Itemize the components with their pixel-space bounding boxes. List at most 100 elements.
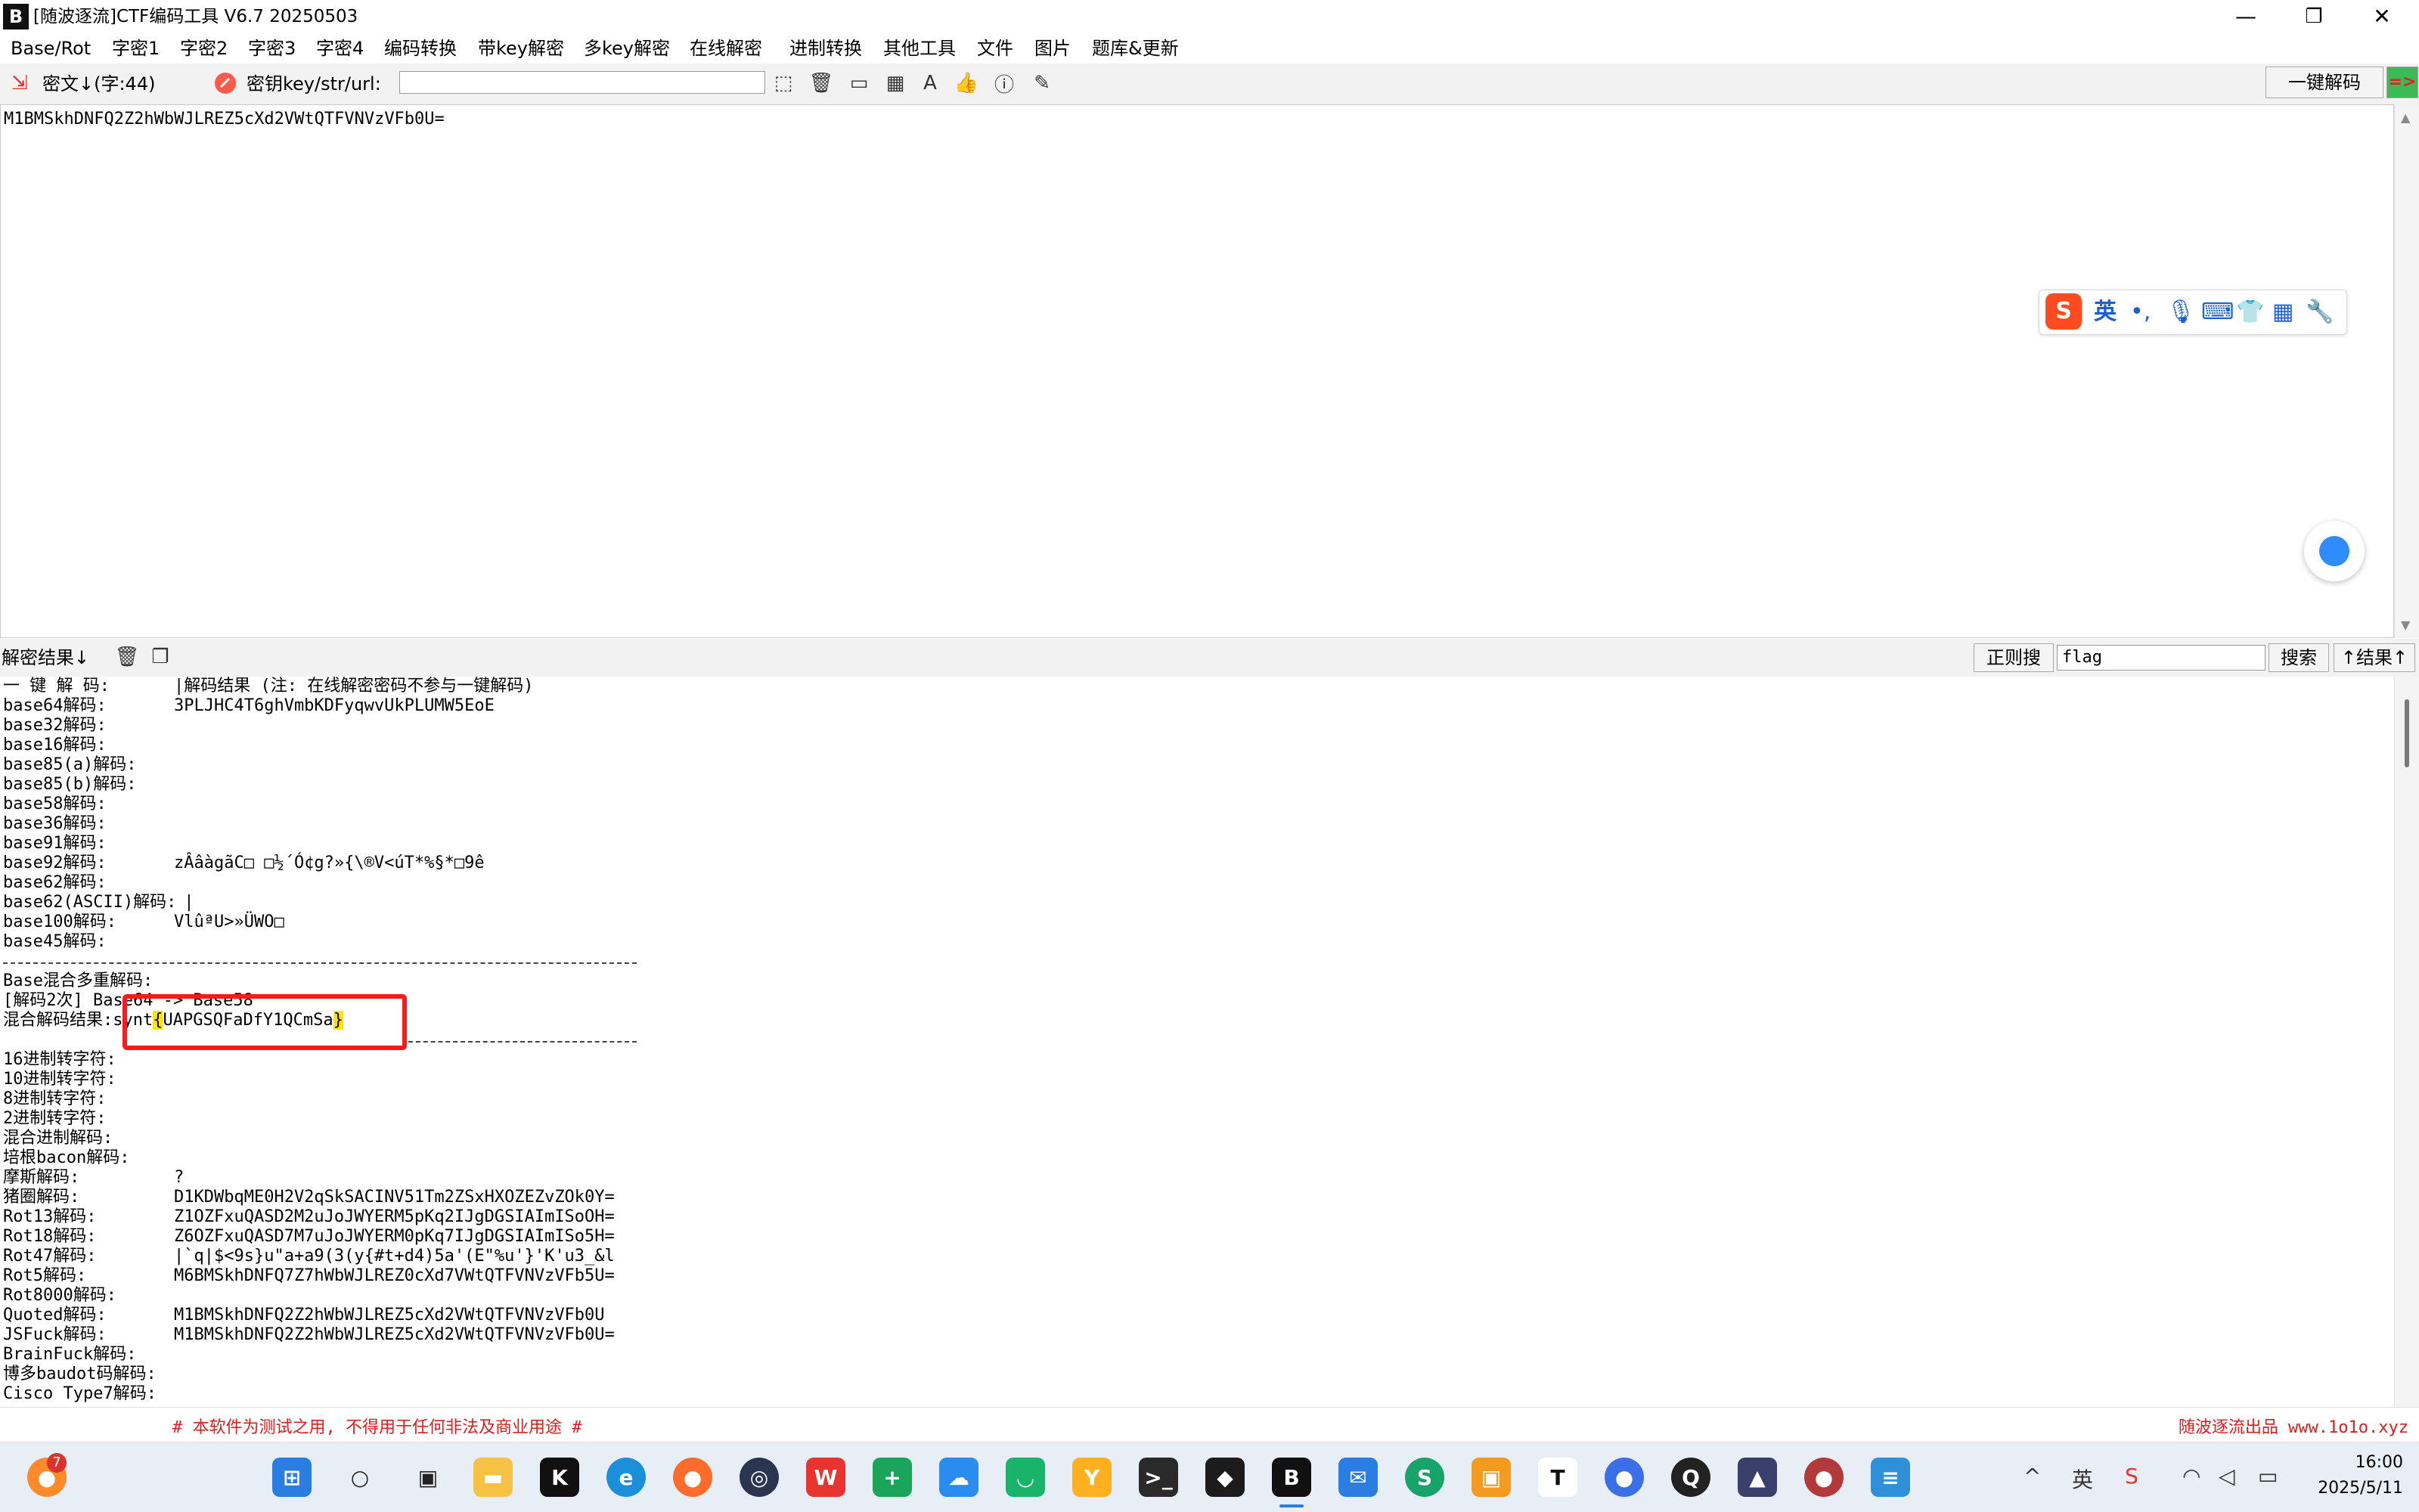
menu-base-rot[interactable]: Base/Rot bbox=[11, 36, 91, 60]
menu-zimi1[interactable]: 字密1 bbox=[112, 36, 160, 60]
trash-icon[interactable]: 🗑 bbox=[809, 71, 834, 95]
file-explorer-icon[interactable]: ▬ bbox=[473, 1458, 513, 1497]
result-scroll-thumb[interactable] bbox=[2405, 699, 2409, 767]
battery-icon[interactable]: ▭ bbox=[2258, 1464, 2278, 1489]
menu-zimi4[interactable]: 字密4 bbox=[316, 36, 364, 60]
green-app-icon[interactable]: S bbox=[1405, 1458, 1444, 1497]
cipher-textarea[interactable]: M1BMSkhDNFQ2Z2hWbWJLREZ5cXd2VWtQTFVNVzVF… bbox=[0, 104, 2394, 638]
sheets-icon[interactable]: + bbox=[873, 1458, 912, 1497]
chat-app-icon[interactable]: ● bbox=[1605, 1458, 1644, 1497]
cursor-select-icon[interactable]: ⬚ bbox=[771, 71, 795, 95]
ime-toolbar: S 英 •, 🎙 ⌨ 👕 ▦ 🔧 bbox=[2039, 290, 2347, 335]
keyboard-icon[interactable]: ⌨ bbox=[2201, 298, 2234, 327]
firefox-icon[interactable]: ● bbox=[673, 1458, 712, 1497]
tray-expand-icon[interactable]: ^ bbox=[2024, 1464, 2041, 1489]
search-input[interactable]: flag bbox=[2057, 645, 2265, 671]
ctf-tool-taskbar-icon[interactable]: B bbox=[1272, 1458, 1311, 1497]
minimize-button[interactable]: — bbox=[2212, 0, 2280, 33]
floating-assistant-button[interactable] bbox=[2304, 521, 2365, 581]
active-app-indicator bbox=[1279, 1504, 1304, 1507]
separator-line bbox=[3, 962, 637, 964]
maximize-button[interactable]: ❐ bbox=[2280, 0, 2348, 33]
highlight-box bbox=[123, 994, 407, 1050]
cloud-icon[interactable]: ☁ bbox=[939, 1458, 978, 1497]
scroll-down-icon[interactable]: ▼ bbox=[2401, 618, 2410, 632]
menu-other-tools[interactable]: 其他工具 bbox=[883, 36, 956, 60]
font-icon[interactable]: A bbox=[918, 71, 942, 95]
toolbox-icon[interactable]: 🔧 bbox=[2306, 298, 2334, 327]
typora-icon[interactable]: T bbox=[1538, 1458, 1577, 1497]
menu-encoding-convert[interactable]: 编码转换 bbox=[384, 36, 457, 60]
cipher-text[interactable]: M1BMSkhDNFQ2Z2hWbWJLREZ5cXd2VWtQTFVNVzVF… bbox=[4, 110, 445, 129]
result-row: Rot8000解码: bbox=[3, 1286, 174, 1306]
search-button[interactable]: 搜索 bbox=[2269, 643, 2329, 672]
microphone-icon[interactable]: 🎙 bbox=[2166, 298, 2195, 327]
qq-icon[interactable]: Q bbox=[1671, 1458, 1710, 1497]
ime-lang-toggle[interactable]: 英 bbox=[2094, 298, 2117, 327]
mixed-title: Base混合多重解码: bbox=[3, 971, 154, 990]
result-row-label: 博多baudot码解码: bbox=[3, 1365, 157, 1383]
start-icon[interactable]: ⊞ bbox=[272, 1458, 312, 1497]
run-arrow-button[interactable]: => bbox=[2386, 67, 2418, 98]
sogou-tray-icon[interactable]: S bbox=[2125, 1464, 2138, 1489]
result-textarea[interactable]: 一 键 解 码: |解码结果 (注: 在线解密密码不参与一键解码) base64解… bbox=[0, 677, 2394, 1407]
result-nav-button[interactable]: ↑结果↑ bbox=[2334, 643, 2415, 672]
clock-time[interactable]: 16:00 bbox=[2305, 1453, 2403, 1472]
menu-file[interactable]: 文件 bbox=[977, 36, 1013, 60]
clock-date[interactable]: 2025/5/11 bbox=[2299, 1479, 2403, 1498]
menu-online-decrypt[interactable]: 在线解密 bbox=[690, 36, 762, 60]
skin-icon[interactable]: 👕 bbox=[2236, 298, 2264, 327]
vmware-icon[interactable]: ▣ bbox=[1472, 1458, 1511, 1497]
mail-icon[interactable]: ✉ bbox=[1338, 1458, 1378, 1497]
result-row-label: Rot18解码: bbox=[3, 1227, 97, 1246]
browser-icon[interactable]: ◎ bbox=[740, 1458, 779, 1497]
wps-icon[interactable]: W bbox=[806, 1458, 845, 1497]
one-click-decode-button[interactable]: 一键解码 bbox=[2265, 67, 2383, 98]
result-row: base58解码: bbox=[3, 795, 174, 814]
result-row-value: 3PLJHC4T6ghVmbKDFyqwvUkPLUMW5EoE bbox=[174, 696, 495, 715]
shop-icon[interactable]: ◡ bbox=[1006, 1458, 1045, 1497]
k-app-icon[interactable]: K bbox=[540, 1458, 579, 1497]
help-icon[interactable]: ⓘ bbox=[992, 71, 1016, 97]
exit-icon[interactable]: ⇲ bbox=[8, 71, 32, 95]
menu-image[interactable]: 图片 bbox=[1034, 36, 1071, 60]
apps-grid-icon[interactable]: ▦ bbox=[2272, 298, 2293, 327]
notepad-icon[interactable]: ≡ bbox=[1871, 1458, 1910, 1497]
result-row: BrainFuck解码: bbox=[3, 1345, 174, 1365]
thumbs-up-icon[interactable]: 👍 bbox=[954, 71, 978, 95]
edge-icon[interactable]: e bbox=[606, 1458, 646, 1497]
key-input[interactable] bbox=[399, 71, 765, 94]
cat-app-icon[interactable]: ▲ bbox=[1738, 1458, 1777, 1497]
result-scrollbar[interactable] bbox=[2394, 677, 2419, 1407]
scroll-up-icon[interactable]: ▲ bbox=[2401, 110, 2410, 125]
avatar-app-icon[interactable]: ● bbox=[1804, 1458, 1844, 1497]
result-row-label: base32解码: bbox=[3, 716, 107, 735]
sogou-logo-icon[interactable]: S bbox=[2045, 293, 2082, 330]
author-link[interactable]: 随波逐流出品 www.1o1o.xyz bbox=[2179, 1414, 2408, 1438]
terminal-app-icon[interactable]: >_ bbox=[1139, 1458, 1178, 1497]
cube-app-icon[interactable]: ◆ bbox=[1205, 1458, 1245, 1497]
regex-search-button[interactable]: 正则搜 bbox=[1974, 643, 2054, 672]
terminal-icon[interactable]: ▭ bbox=[847, 71, 871, 95]
table-icon[interactable]: ▦ bbox=[883, 71, 907, 95]
volume-muted-icon[interactable]: ◁ bbox=[2219, 1464, 2235, 1489]
result-trash-icon[interactable]: 🗑 bbox=[115, 645, 140, 669]
yy-app-icon[interactable]: Y bbox=[1072, 1458, 1112, 1497]
task-view-icon[interactable]: ▣ bbox=[408, 1458, 448, 1497]
copy-icon[interactable]: ❐ bbox=[148, 645, 172, 669]
tray-language-indicator[interactable]: 英 bbox=[2072, 1464, 2093, 1494]
menu-key-decrypt[interactable]: 带key解密 bbox=[478, 36, 564, 60]
menu-zimi3[interactable]: 字密3 bbox=[248, 36, 296, 60]
menu-base-convert[interactable]: 进制转换 bbox=[789, 36, 862, 60]
result-row-label: base58解码: bbox=[3, 795, 107, 813]
cipher-scrollbar[interactable]: ▲ ▼ bbox=[2394, 104, 2419, 638]
edit-icon[interactable]: ✎ bbox=[1030, 71, 1054, 95]
menu-multikey-decrypt[interactable]: 多key解密 bbox=[584, 36, 670, 60]
search-icon[interactable]: ○ bbox=[340, 1458, 380, 1497]
wifi-icon[interactable]: ◠ bbox=[2182, 1464, 2200, 1489]
menu-questionbank-update[interactable]: 题库&更新 bbox=[1092, 36, 1179, 60]
menu-zimi2[interactable]: 字密2 bbox=[180, 36, 228, 60]
result-row-label: base91解码: bbox=[3, 834, 107, 853]
close-button[interactable]: ✕ bbox=[2348, 0, 2416, 33]
ime-punct-toggle[interactable]: •, bbox=[2130, 298, 2151, 327]
